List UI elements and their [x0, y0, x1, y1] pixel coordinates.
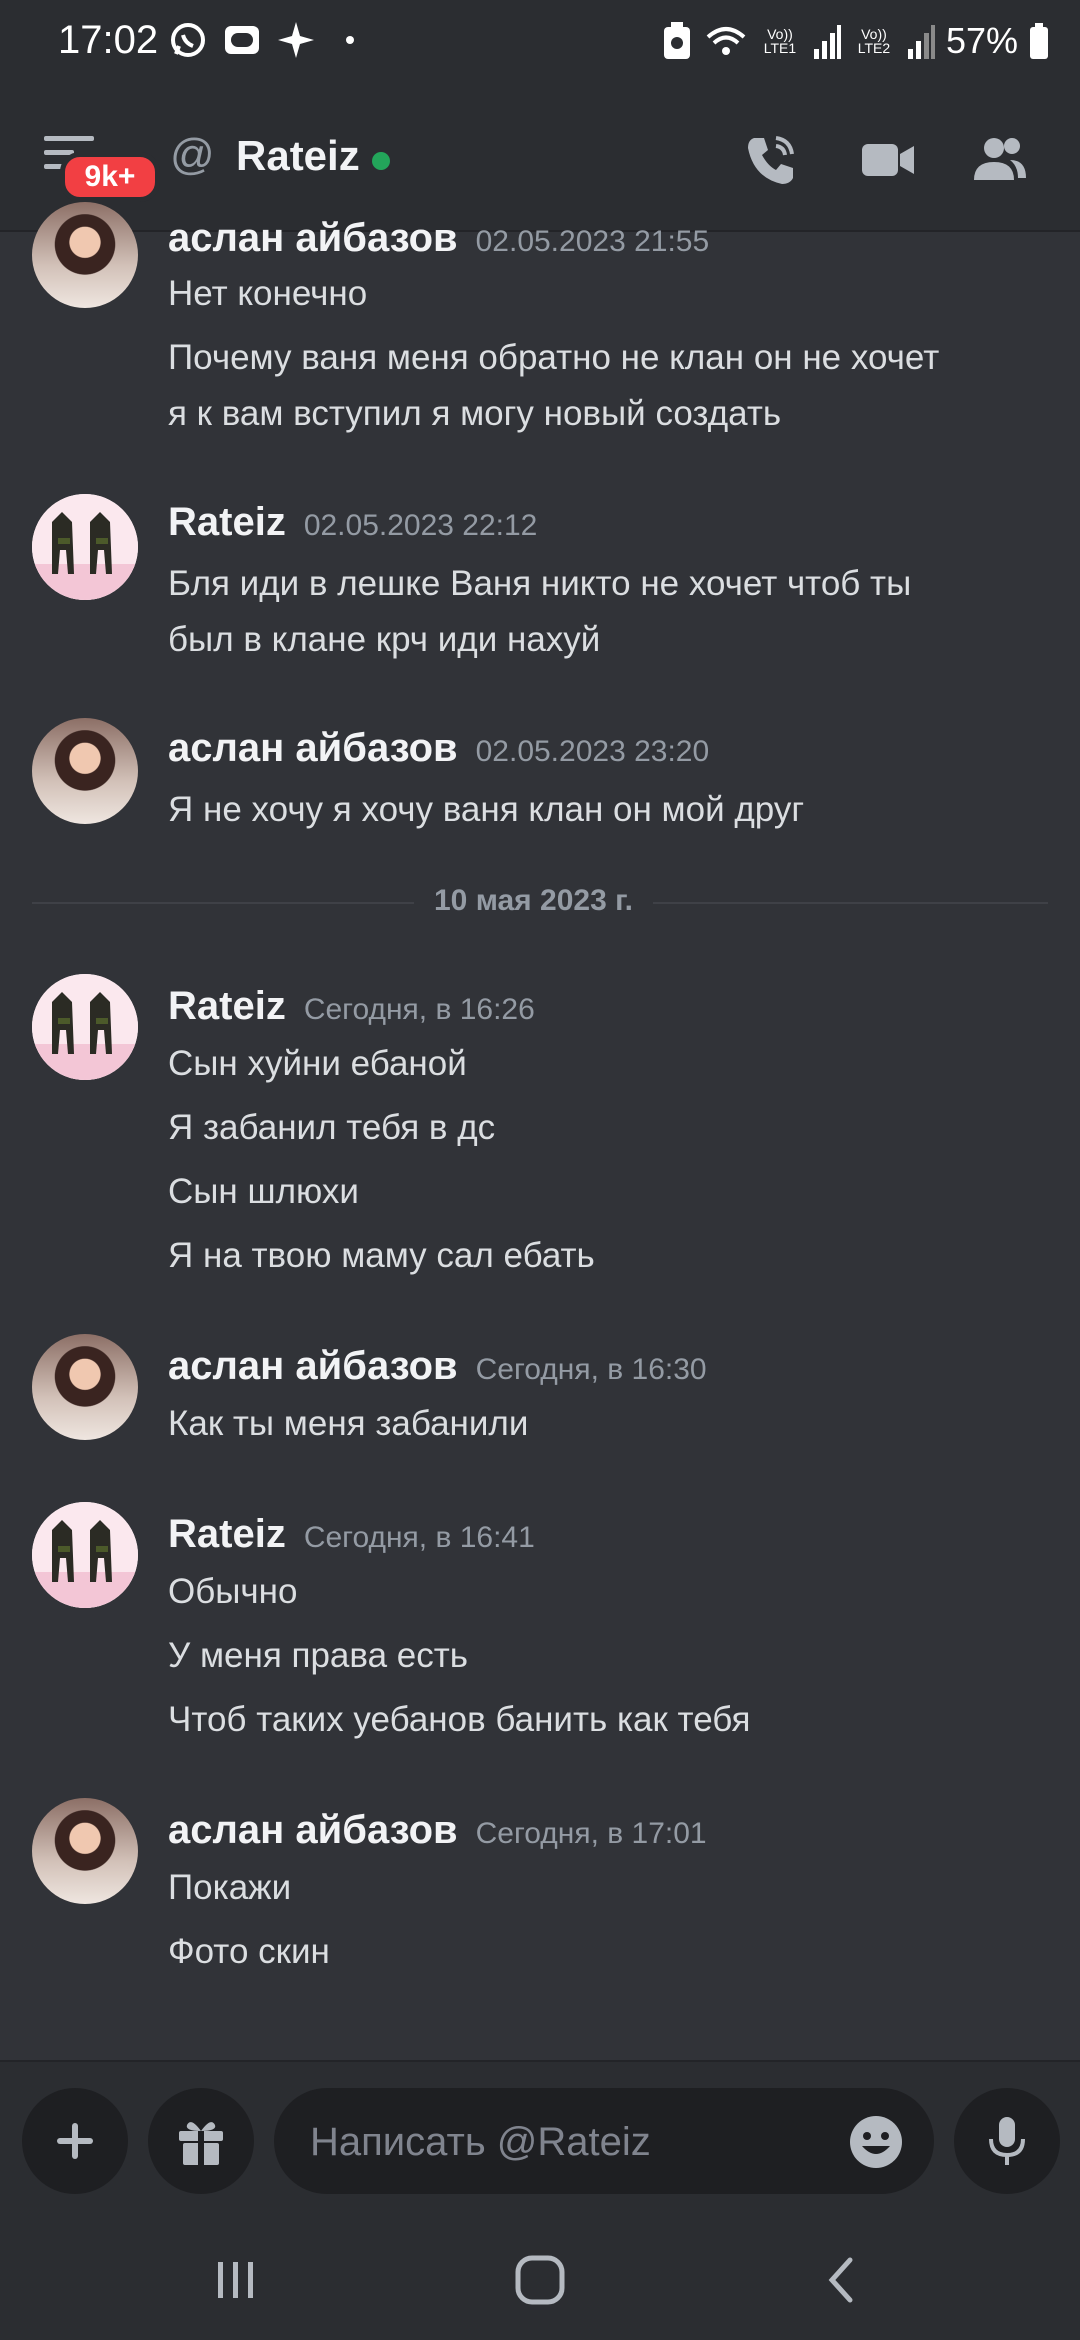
- home-icon[interactable]: [500, 2250, 580, 2310]
- author-name[interactable]: Rateiz: [168, 984, 286, 1028]
- notification-badge: 9k+: [60, 152, 160, 202]
- message-input-placeholder: Написать @Rateiz: [310, 2120, 651, 2164]
- more-dot-icon: [346, 36, 354, 44]
- message-timestamp: 02.05.2023 21:55: [475, 225, 710, 258]
- avatar[interactable]: [32, 202, 138, 308]
- message-author[interactable]: аслан айбазов Сегодня, в 17:01: [168, 1808, 707, 1853]
- message-text: был в клане крч иди нахуй: [168, 620, 601, 659]
- author-name[interactable]: аслан айбазов: [168, 216, 458, 260]
- whatsapp-icon: [171, 23, 205, 57]
- avatar-image: [32, 494, 138, 600]
- avatar[interactable]: [32, 1798, 138, 1904]
- emoji-icon[interactable]: [848, 2114, 904, 2170]
- status-right-group: Vo)) LTE1 Vo)) LTE2 57%: [660, 20, 1050, 62]
- avatar[interactable]: [32, 1334, 138, 1440]
- members-icon[interactable]: [970, 130, 1030, 190]
- message-text: Сын хуйни ебаной: [168, 1044, 467, 1083]
- app-notification-icon: [225, 26, 259, 54]
- recycle-battery-saver-icon: [663, 22, 690, 59]
- message-text: Сын шлюхи: [168, 1172, 359, 1211]
- message-timestamp: Сегодня, в 16:41: [303, 1521, 535, 1554]
- back-icon[interactable]: [802, 2250, 882, 2310]
- recents-icon[interactable]: [196, 2250, 276, 2310]
- message-text: Фото скин: [168, 1932, 330, 1971]
- channel-header: 9k+ @ Rateiz: [0, 84, 1080, 232]
- avatar-image: [32, 1502, 138, 1608]
- composer-bar: Написать @Rateiz: [0, 2060, 1080, 2222]
- message-timestamp: 02.05.2023 23:20: [475, 735, 710, 768]
- message-timestamp: Сегодня, в 17:01: [475, 1817, 707, 1850]
- message-timestamp: Сегодня, в 16:30: [475, 1353, 707, 1386]
- message-text: Нет конечно: [168, 274, 368, 313]
- author-name[interactable]: Rateiz: [168, 1512, 286, 1556]
- message-text: Я на твою маму сал ебать: [168, 1236, 595, 1275]
- avatar[interactable]: [32, 974, 138, 1080]
- message-text: Я забанил тебя в дс: [168, 1108, 496, 1147]
- message-author[interactable]: Rateiz 02.05.2023 22:12: [168, 500, 537, 545]
- author-name[interactable]: аслан айбазов: [168, 726, 458, 770]
- gift-button[interactable]: [148, 2088, 254, 2194]
- author-name[interactable]: Rateiz: [168, 500, 286, 544]
- status-bar: 17:02 Vo)) LTE1 Vo)) LTE2 57%: [0, 0, 1080, 84]
- message-text: У меня права есть: [168, 1636, 468, 1675]
- status-time: 17:02: [58, 18, 159, 62]
- sim1-label: Vo)) LTE1: [763, 26, 797, 56]
- avatar-image: [32, 974, 138, 1080]
- message-text: Бля иди в лешке Ваня никто не хочет чтоб…: [168, 564, 912, 603]
- wifi-icon: [706, 27, 746, 55]
- signal2-icon: [907, 25, 935, 59]
- gift-icon: [179, 2122, 223, 2165]
- message-input[interactable]: Написать @Rateiz: [274, 2088, 934, 2194]
- battery-percent: 57%: [945, 20, 1018, 61]
- online-status-dot: [372, 152, 390, 170]
- message-text: Обычно: [168, 1572, 298, 1611]
- plus-icon: [57, 2123, 93, 2159]
- phone-icon[interactable]: [740, 130, 800, 190]
- message-text: я к вам вступил я могу новый создать: [168, 394, 782, 433]
- status-notification-icons: [168, 20, 370, 60]
- message-author[interactable]: Rateiz Сегодня, в 16:26: [168, 984, 535, 1029]
- video-icon[interactable]: [858, 130, 918, 190]
- avatar[interactable]: [32, 1502, 138, 1608]
- avatar[interactable]: [32, 718, 138, 824]
- system-nav-bar: [0, 2220, 1080, 2340]
- add-attachment-button[interactable]: [22, 2088, 128, 2194]
- message-author[interactable]: Rateiz Сегодня, в 16:41: [168, 1512, 535, 1557]
- message-timestamp: Сегодня, в 16:26: [303, 993, 535, 1026]
- message-text: Почему ваня меня обратно не клан он не х…: [168, 338, 940, 377]
- sim2-label: Vo)) LTE2: [857, 26, 891, 56]
- signal1-icon: [813, 25, 841, 59]
- microphone-icon: [989, 2117, 1025, 2165]
- message-author[interactable]: аслан айбазов 02.05.2023 21:55: [168, 216, 709, 261]
- sparkle-icon: [278, 22, 314, 58]
- dm-title[interactable]: Rateiz: [236, 132, 360, 180]
- message-text: Как ты меня забанили: [168, 1404, 529, 1443]
- avatar[interactable]: [32, 494, 138, 600]
- message-text: Покажи: [168, 1868, 292, 1907]
- message-author[interactable]: аслан айбазов 02.05.2023 23:20: [168, 726, 709, 771]
- date-divider-label: 10 мая 2023 г.: [414, 884, 653, 918]
- message-text: Я не хочу я хочу ваня клан он мой друг: [168, 790, 805, 829]
- author-name[interactable]: аслан айбазов: [168, 1344, 458, 1388]
- message-text: Чтоб таких уебанов банить как тебя: [168, 1700, 751, 1739]
- message-timestamp: 02.05.2023 22:12: [303, 509, 538, 542]
- battery-icon: [1030, 23, 1048, 59]
- author-name[interactable]: аслан айбазов: [168, 1808, 458, 1852]
- voice-message-button[interactable]: [954, 2088, 1060, 2194]
- at-icon: @: [170, 130, 215, 179]
- message-author[interactable]: аслан айбазов Сегодня, в 16:30: [168, 1344, 707, 1389]
